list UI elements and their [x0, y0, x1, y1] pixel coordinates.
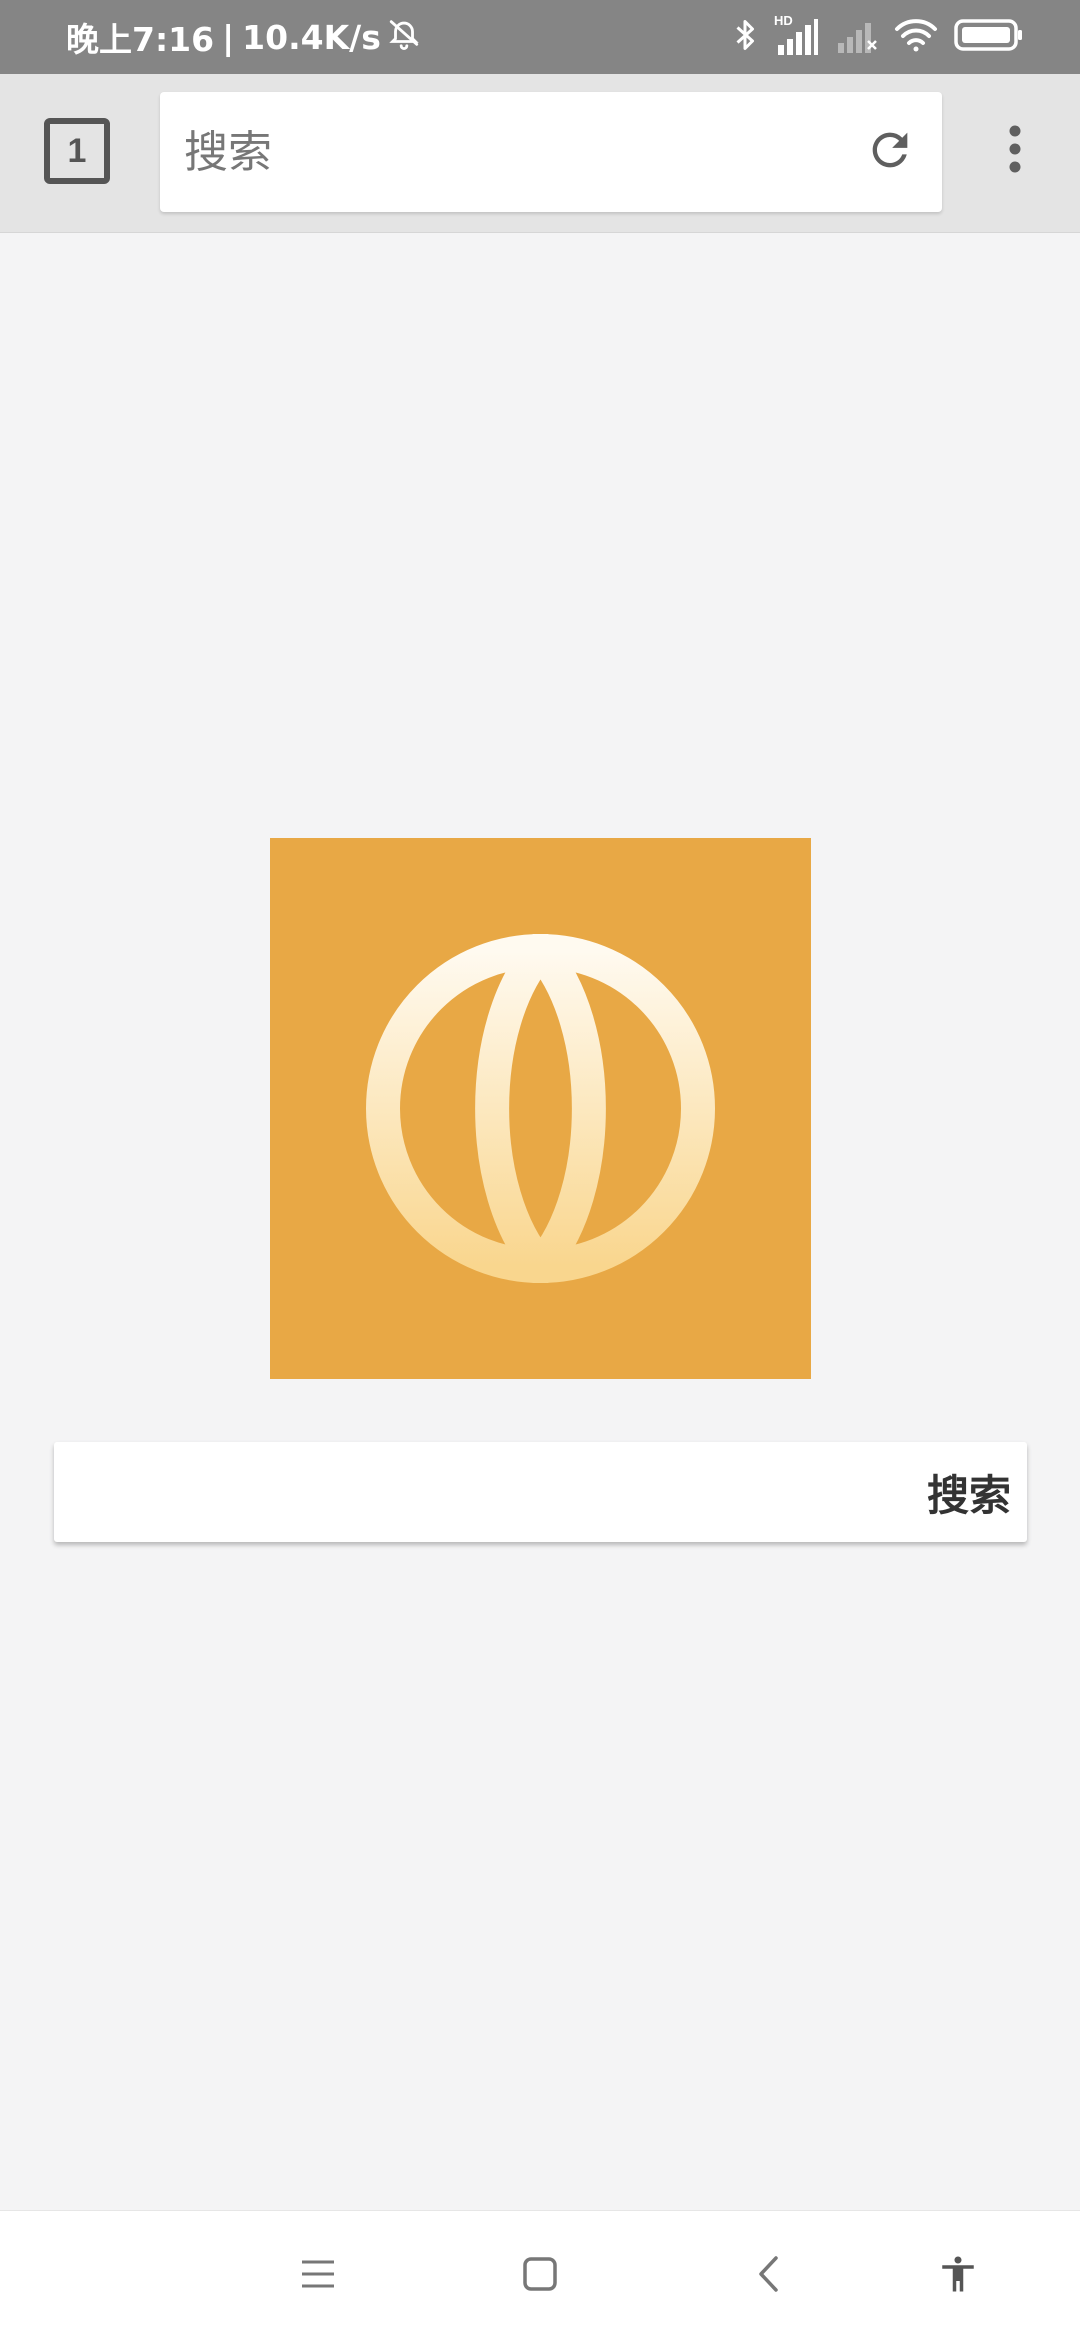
url-input[interactable] [184, 114, 804, 190]
more-vert-icon [1008, 124, 1022, 178]
accessibility-button[interactable] [928, 2246, 988, 2306]
status-time: 晚上7:16 [66, 20, 215, 59]
url-bar[interactable] [160, 92, 942, 212]
search-input[interactable] [74, 1452, 894, 1532]
home-button[interactable] [510, 2246, 570, 2306]
browser-toolbar: 1 [0, 74, 1080, 233]
logo-tile [270, 838, 811, 1379]
no-signal-icon [834, 15, 878, 59]
status-separator: | [222, 17, 235, 57]
status-left: 晚上7:16 | 10.4K/s [66, 0, 421, 74]
back-chevron-icon [756, 2255, 780, 2297]
search-button[interactable]: 搜索 [927, 1454, 1011, 1530]
accessibility-icon [937, 2253, 979, 2299]
search-box: 搜索 [54, 1442, 1027, 1542]
hd-signal-icon: HD [774, 13, 818, 57]
tab-switcher-button[interactable]: 1 [44, 118, 110, 184]
reload-icon [864, 124, 916, 180]
battery-icon [954, 18, 1024, 56]
home-square-icon [522, 2256, 558, 2296]
status-right: HD [732, 0, 1024, 74]
back-button[interactable] [738, 2246, 798, 2306]
tab-count: 1 [67, 131, 87, 170]
menu-lines-icon [300, 2259, 336, 2293]
recents-button[interactable] [288, 2246, 348, 2306]
status-bar: 晚上7:16 | 10.4K/s HD [0, 0, 1080, 74]
page-content: 搜索 [0, 233, 1080, 2210]
system-nav-bar [0, 2210, 1080, 2341]
wifi-icon [894, 17, 938, 57]
reload-button[interactable] [860, 122, 920, 182]
network-speed: 10.4K/s [242, 17, 381, 57]
bell-off-icon [387, 16, 421, 58]
more-options-button[interactable] [990, 118, 1040, 184]
bluetooth-icon [732, 17, 758, 57]
